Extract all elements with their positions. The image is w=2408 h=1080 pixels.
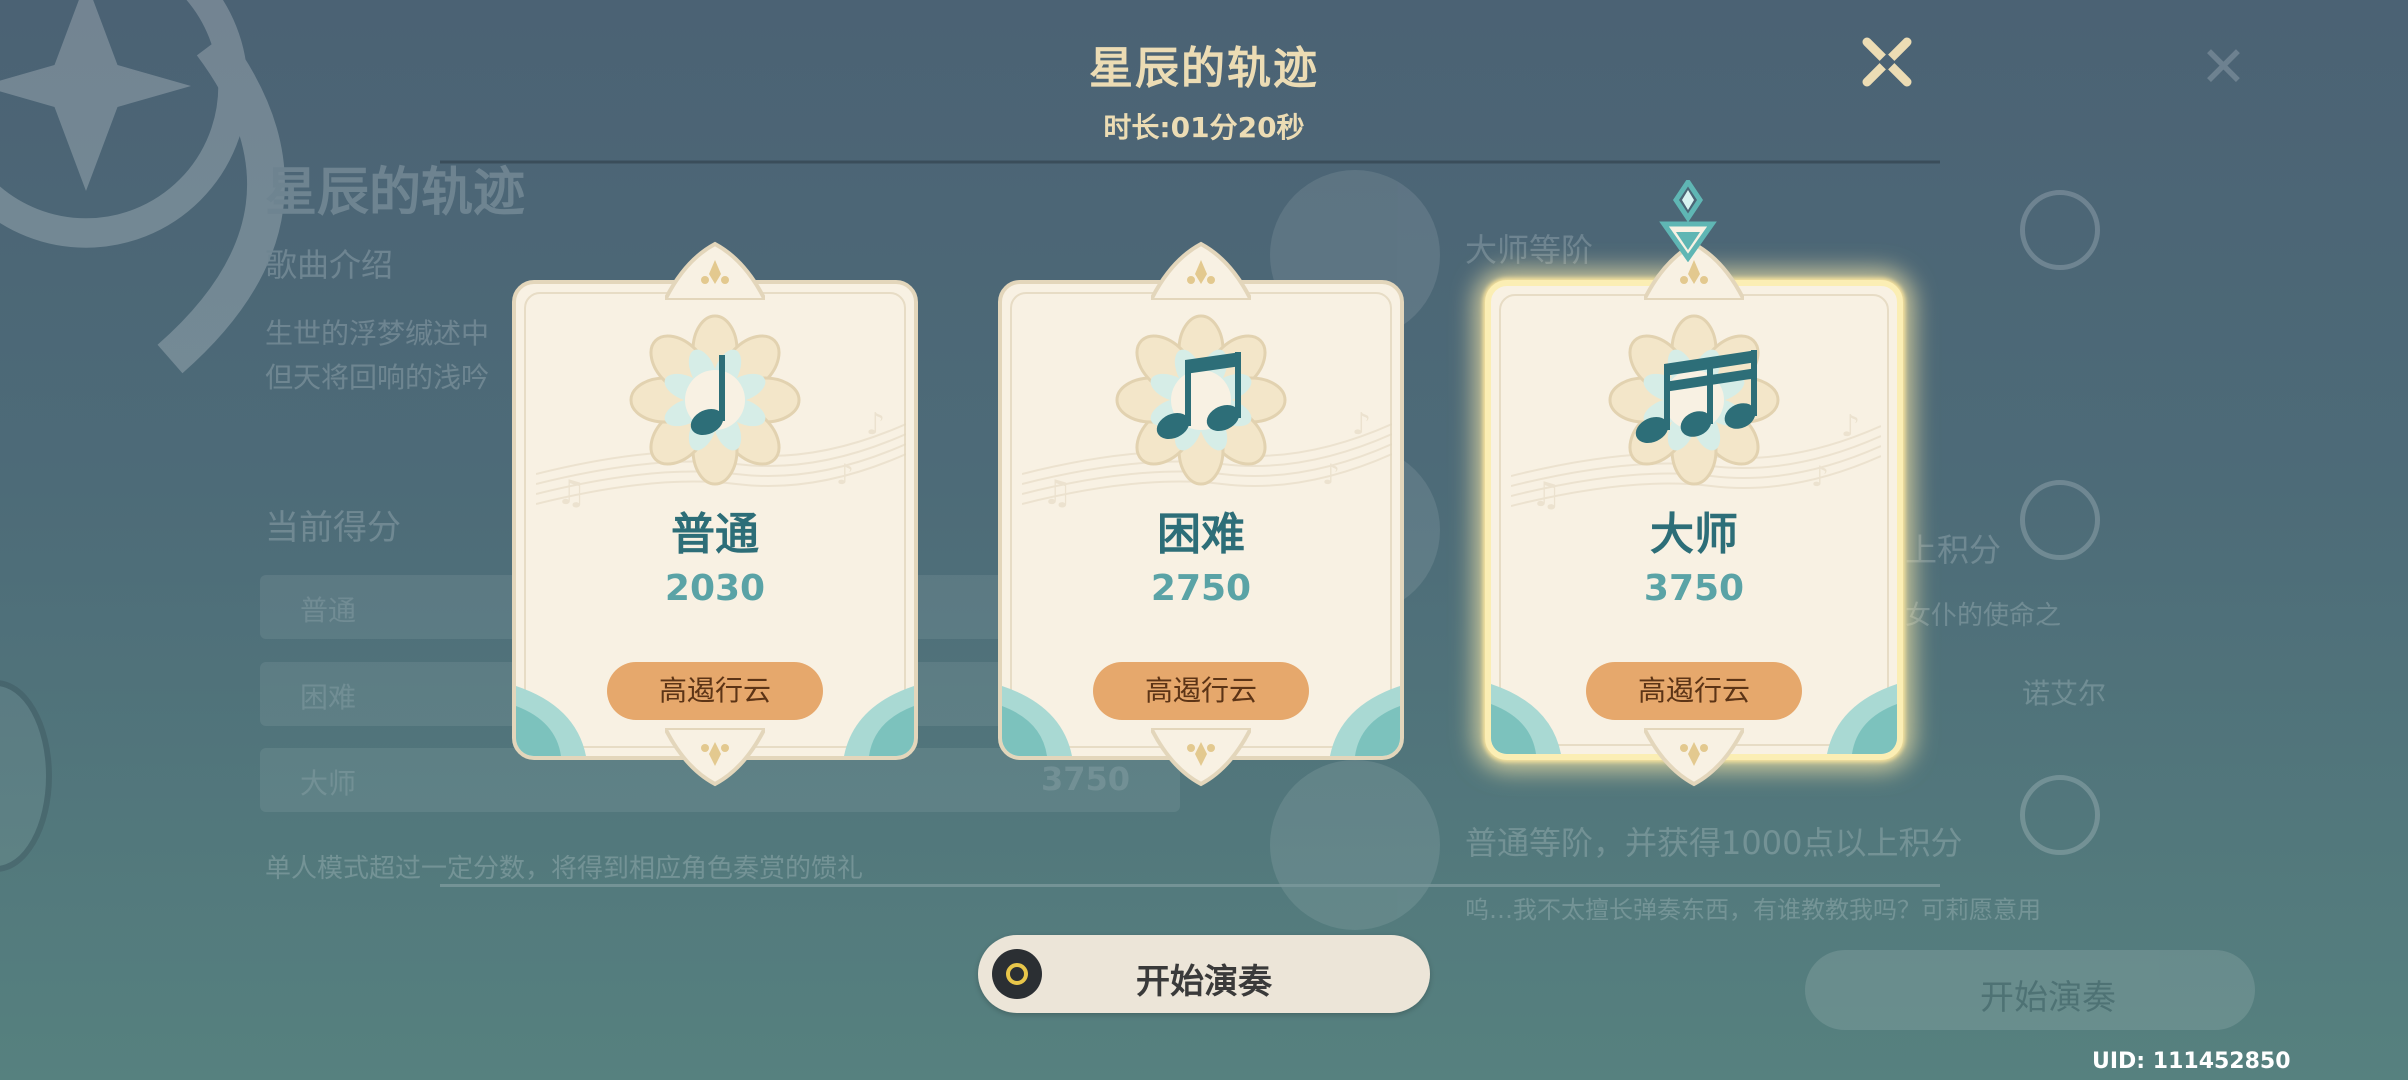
rank-badge: 高遏行云: [1093, 662, 1309, 720]
dialog-title: 星辰的轨迹: [1089, 43, 1319, 94]
difficulty-score: 2750: [1150, 568, 1252, 609]
difficulty-card-normal[interactable]: ♪ ♫ ♪ 普通 2030 高遏行云: [512, 240, 918, 787]
svg-text:♪: ♪: [1811, 460, 1829, 493]
bg-start-button: 开始演奏: [1805, 950, 2255, 1030]
bg-desc-line: 但天将回响的浅吟: [265, 361, 490, 394]
header-divider: [440, 160, 1940, 164]
ornament-bottom-icon: [665, 728, 765, 787]
bg-song-desc: 生世的浮梦缄述中 但天将回响的浅吟: [265, 312, 489, 400]
bg-row-label: 大师: [300, 767, 357, 800]
ornament-bottom-icon: [1644, 728, 1744, 787]
bg-current-score-label: 当前得分: [265, 508, 401, 548]
wave-decoration: [1491, 684, 1561, 754]
bg-right-text: 呜…我不太擅长弹奏东西，有谁教教我吗？可莉愿意用: [1465, 896, 2041, 924]
difficulty-score: 2030: [664, 568, 766, 609]
wave-decoration: [1827, 684, 1897, 754]
svg-text:♪: ♪: [836, 458, 854, 491]
bg-desc-line: 生世的浮梦缄述中: [265, 317, 490, 350]
difficulty-name: 大师: [1650, 509, 1738, 560]
bg-right-text: 普通等阶，并获得1000点以上积分: [1465, 824, 1963, 862]
difficulty-card-hard[interactable]: ♪ ♫ ♪ 困难 2750 高遏行云: [998, 240, 1404, 787]
difficulty-card-master[interactable]: ♪ ♫ ♪ 大师 3750 高遏行云: [1485, 240, 1903, 787]
bg-check-icon: [2020, 190, 2100, 270]
difficulty-score: 3750: [1643, 568, 1745, 609]
start-performance-button[interactable]: 开始演奏: [978, 935, 1430, 1013]
diamond-marker-icon: [1659, 180, 1717, 262]
ornament-bottom-icon: [1151, 728, 1251, 787]
svg-text:♪: ♪: [1352, 407, 1371, 442]
music-note-icon: [1608, 314, 1780, 486]
bg-right-text: 上积分: [1905, 531, 2002, 569]
ornament-top-icon: [1151, 241, 1251, 300]
bg-check-icon: [2020, 775, 2100, 855]
rank-badge: 高遏行云: [1586, 662, 1802, 720]
bg-row-value: 3750: [1040, 760, 1130, 798]
difficulty-name: 普通: [671, 509, 759, 560]
rank-badge: 高遏行云: [607, 662, 823, 720]
uid-label: UID: 111452850: [2092, 1049, 2291, 1074]
bg-start-label: 开始演奏: [1980, 978, 2116, 1018]
ornament-top-icon: [665, 241, 765, 300]
svg-text:♪: ♪: [1841, 409, 1860, 444]
bg-row-label: 普通: [300, 594, 357, 627]
bg-song-intro-label: 歌曲介绍: [265, 246, 394, 284]
bg-divider: [440, 884, 1940, 887]
svg-text:♪: ♪: [1322, 458, 1340, 491]
svg-text:♪: ♪: [866, 407, 885, 442]
bg-right-text: 女仆的使命之: [1905, 601, 2062, 631]
difficulty-name: 困难: [1157, 509, 1245, 560]
bg-avatar: [1270, 760, 1440, 930]
music-note-icon: [1115, 314, 1287, 486]
bg-note-text: 单人模式超过一定分数，将得到相应角色奏赏的馈礼: [265, 854, 864, 884]
start-performance-label: 开始演奏: [1136, 962, 1272, 1002]
bg-right-text: 诺艾尔: [2022, 677, 2107, 710]
bg-check-icon: [2020, 480, 2100, 560]
bg-row-label: 困难: [300, 681, 357, 714]
close-x-icon: [1862, 37, 1912, 87]
song-duration: 时长:01分20秒: [1103, 111, 1305, 144]
music-note-icon: [629, 314, 801, 486]
bg-side-control: [0, 680, 52, 872]
close-button[interactable]: [1855, 30, 1919, 94]
